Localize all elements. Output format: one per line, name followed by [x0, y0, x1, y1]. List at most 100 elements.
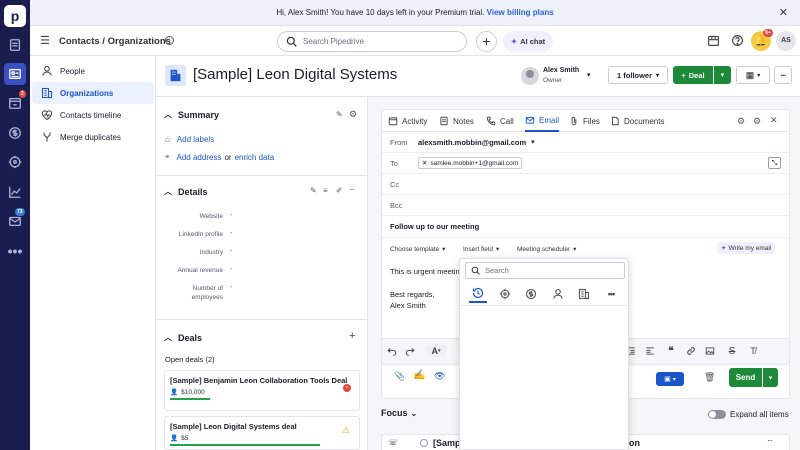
- deal-title[interactable]: [Sample] Leon Digital Systems deal: [165, 417, 359, 432]
- leads-icon[interactable]: [4, 34, 26, 56]
- collapse-menu-icon[interactable]: ☰: [40, 34, 50, 47]
- tracking-toggle-button[interactable]: ▣ ▾: [656, 372, 684, 386]
- tab-activity[interactable]: Activity: [388, 110, 427, 132]
- subject-field[interactable]: Follow up to our meeting: [382, 216, 789, 238]
- campaigns-target-icon[interactable]: [4, 151, 26, 173]
- recent-icon[interactable]: [469, 285, 487, 303]
- more-actions-button[interactable]: ···: [774, 66, 792, 84]
- add-deal-button[interactable]: + Deal: [673, 66, 713, 84]
- field-value-employees[interactable]: -: [230, 284, 232, 291]
- settings-icon[interactable]: ⚙: [753, 116, 761, 127]
- meeting-scheduler-dropdown[interactable]: Meeting scheduler ▾: [517, 245, 576, 254]
- chevron-down-icon[interactable]: ▾: [531, 138, 535, 146]
- insights-chart-icon[interactable]: [4, 181, 26, 203]
- dollar-icon[interactable]: [522, 287, 540, 301]
- insert-field-dropdown[interactable]: Insert field ▾: [463, 245, 499, 254]
- deal-title[interactable]: [Sample] Benjamin Leon Collaboration Too…: [165, 371, 359, 386]
- follower-button[interactable]: 1 follower ▾: [608, 66, 668, 84]
- tab-documents[interactable]: Documents: [610, 110, 664, 132]
- search-bar[interactable]: Search Pipedrive: [277, 31, 467, 52]
- cc-row[interactable]: Cc: [382, 174, 789, 195]
- view-billing-plans-link[interactable]: View billing plans: [487, 8, 554, 17]
- trash-icon[interactable]: 🗑: [704, 372, 715, 383]
- deal-card[interactable]: [Sample] Leon Digital Systems deal 👤 $5 ⚠: [164, 416, 360, 450]
- deals-section-header[interactable]: ︿ Deals: [164, 332, 202, 343]
- subnav-item-contacts-timeline[interactable]: Contacts timeline: [32, 104, 154, 126]
- avatar[interactable]: AS: [776, 31, 796, 51]
- from-address[interactable]: alexsmith.mobbin@gmail.com: [418, 138, 526, 147]
- person-icon[interactable]: [549, 287, 567, 301]
- link-icon[interactable]: [685, 345, 697, 357]
- tab-notes[interactable]: Notes: [439, 110, 474, 132]
- field-value-linkedin[interactable]: -: [230, 230, 232, 237]
- info-icon[interactable]: i: [165, 36, 174, 45]
- breadcrumb-contacts[interactable]: Contacts: [59, 36, 100, 47]
- more-icon[interactable]: •••: [4, 240, 26, 262]
- more-icon[interactable]: ···: [767, 436, 773, 445]
- tracking-eye-icon[interactable]: 👁: [434, 371, 445, 382]
- gear-bug-icon[interactable]: ⚙: [737, 116, 745, 127]
- close-icon[interactable]: ✕: [770, 115, 778, 126]
- organization-title[interactable]: [Sample] Leon Digital Systems: [193, 66, 397, 83]
- summary-settings-icon[interactable]: ⚙: [349, 109, 357, 120]
- pencil-icon[interactable]: ✐: [336, 186, 343, 195]
- summary-section-header[interactable]: ︿ Summary: [164, 109, 219, 120]
- building-icon[interactable]: [575, 287, 593, 301]
- field-value-website[interactable]: -: [230, 212, 232, 219]
- add-labels-link[interactable]: Add labels: [177, 135, 214, 144]
- choose-template-dropdown[interactable]: Choose template ▾: [390, 245, 445, 254]
- undo-icon[interactable]: [386, 345, 398, 357]
- bcc-row[interactable]: Bcc: [382, 195, 789, 216]
- target-icon[interactable]: [496, 287, 514, 301]
- recipient-chip[interactable]: ✕ samlee.mobbin+1@gmail.com: [418, 157, 523, 169]
- expand-all-toggle[interactable]: [708, 410, 726, 419]
- remove-recipient-icon[interactable]: ✕: [422, 159, 427, 167]
- send-options-button[interactable]: ▾: [763, 368, 778, 387]
- email-body-line[interactable]: This is urgent meetin: [390, 267, 460, 276]
- outdent-icon[interactable]: [644, 345, 656, 357]
- close-icon[interactable]: ✕: [779, 0, 788, 26]
- popup-search-input[interactable]: Search: [465, 262, 625, 279]
- tab-files[interactable]: Files: [569, 110, 600, 132]
- filter-icon[interactable]: ≡: [323, 186, 328, 195]
- field-value-annual-revenue[interactable]: -: [230, 266, 232, 273]
- owner-dropdown-icon[interactable]: ▾: [587, 71, 591, 79]
- tab-email[interactable]: Email: [525, 110, 560, 132]
- mark-done-checkbox[interactable]: [420, 439, 428, 447]
- pipedrive-logo[interactable]: p: [4, 5, 26, 27]
- contacts-icon[interactable]: [4, 63, 26, 85]
- attach-icon[interactable]: 📎: [394, 371, 405, 382]
- collapse-recipients-icon[interactable]: ⤡: [768, 157, 781, 169]
- details-edit-icon[interactable]: ✎: [310, 186, 317, 195]
- marketplace-icon[interactable]: [707, 34, 720, 49]
- help-icon[interactable]: [731, 34, 744, 49]
- details-more-icon[interactable]: ···: [349, 185, 355, 194]
- edit-summary-icon[interactable]: ✎: [336, 110, 343, 119]
- write-my-email-button[interactable]: ✦ Write my email: [717, 242, 776, 254]
- ai-chat-button[interactable]: ✦ AI chat: [503, 31, 553, 52]
- image-icon[interactable]: [704, 345, 716, 357]
- deal-dropdown-button[interactable]: ▾: [714, 66, 731, 84]
- redo-icon[interactable]: [404, 345, 416, 357]
- field-value-industry[interactable]: -: [230, 248, 232, 255]
- deals-dollar-icon[interactable]: [4, 122, 26, 144]
- email-body-name[interactable]: Alex Smith: [390, 301, 426, 310]
- signature-icon[interactable]: ✍: [413, 370, 425, 381]
- add-deal-icon[interactable]: +: [349, 330, 355, 342]
- send-button[interactable]: Send: [729, 368, 762, 387]
- quick-add-button[interactable]: +: [476, 31, 497, 52]
- deal-card[interactable]: [Sample] Benjamin Leon Collaboration Too…: [164, 370, 360, 411]
- more-icon[interactable]: •••: [602, 287, 620, 301]
- details-section-header[interactable]: ︿ Details: [164, 186, 208, 197]
- view-switch-button[interactable]: ▦ ▾: [736, 66, 770, 84]
- subnav-item-merge-duplicates[interactable]: Merge duplicates: [32, 126, 154, 148]
- tab-call[interactable]: Call: [486, 110, 514, 132]
- focus-item-title[interactable]: [Samp: [433, 438, 461, 448]
- clear-format-icon[interactable]: T̸: [747, 345, 759, 357]
- quote-icon[interactable]: ❝: [665, 345, 677, 357]
- add-address-link[interactable]: Add address: [177, 153, 222, 162]
- email-body-regards[interactable]: Best regards,: [390, 290, 435, 299]
- font-color-icon[interactable]: A ▾: [426, 345, 446, 357]
- enrich-data-link[interactable]: enrich data: [235, 153, 275, 162]
- strikethrough-icon[interactable]: S: [726, 345, 738, 357]
